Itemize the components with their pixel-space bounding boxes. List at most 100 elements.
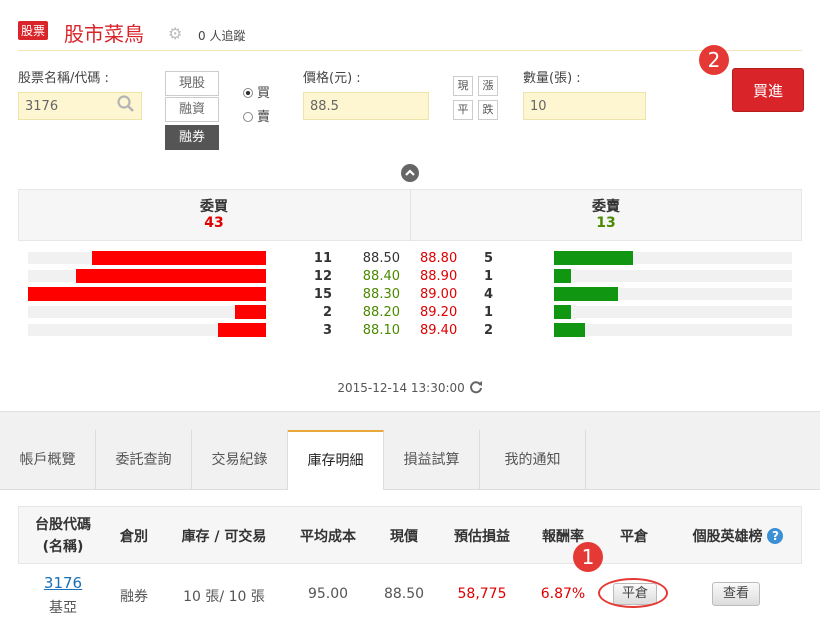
ask-price[interactable]: 89.00 — [420, 286, 462, 304]
holding-stock: 10 張/ 10 張 — [183, 589, 265, 605]
side-sell-radio[interactable]: 賣 — [243, 106, 270, 125]
bid-bar — [235, 305, 266, 319]
followers-count: 0 人追蹤 — [198, 29, 246, 43]
order-book-divider — [410, 189, 411, 241]
ask-price[interactable]: 88.90 — [420, 268, 462, 286]
bid-price[interactable]: 88.50 — [348, 250, 400, 268]
view-hero-button[interactable]: 查看 — [712, 582, 760, 606]
ask-bar — [554, 287, 618, 301]
col-hero: 個股英雄榜 ? — [676, 526, 800, 546]
side-buy-radio[interactable]: 買 — [243, 82, 270, 101]
price-label: 價格(元) : — [303, 71, 361, 86]
holding-name: 基亞 — [49, 600, 77, 616]
col-hero-label: 個股英雄榜 — [692, 529, 763, 545]
col-stock: 庫存 / 可交易 — [181, 529, 267, 545]
chevron-up-icon[interactable] — [401, 164, 419, 186]
qty-label: 數量(張) : — [523, 71, 581, 86]
book-timestamp: 2015-12-14 13:30:00 — [0, 380, 820, 397]
price-limit-up-button[interactable]: 漲 — [478, 76, 498, 96]
bid-bar — [28, 287, 266, 301]
step-1-marker: 1 — [573, 542, 603, 572]
bid-bar — [218, 323, 266, 337]
order-panel: 股票 股市菜鳥 ⚙ 0 人追蹤 股票名稱/代碼 : 3176 現股 融資 融券 … — [0, 0, 820, 412]
ask-bar — [554, 269, 571, 283]
holding-return: 6.87% — [540, 586, 586, 602]
bid-bar — [92, 251, 266, 265]
ask-bar-track — [554, 270, 792, 282]
radio-unchecked-icon — [243, 112, 253, 122]
bid-qty: 2 — [322, 305, 332, 320]
col-type: 倉別 — [120, 529, 148, 545]
mode-margin[interactable]: 融資 — [165, 97, 219, 122]
tab-notifications[interactable]: 我的通知 — [480, 430, 586, 490]
bid-qty: 15 — [313, 287, 332, 302]
col-close: 平倉 — [620, 529, 648, 545]
ask-bar — [554, 305, 571, 319]
stock-label: 股票名稱/代碼 : — [18, 71, 109, 86]
holding-pnl: 58,775 — [457, 586, 507, 602]
ask-qty: 4 — [484, 287, 494, 302]
ask-price[interactable]: 89.20 — [420, 304, 462, 322]
price-input[interactable]: 88.5 — [303, 92, 429, 120]
ask-qty: 1 — [484, 305, 494, 320]
tab-history[interactable]: 交易紀錄 — [192, 430, 288, 490]
gear-icon[interactable]: ⚙ — [168, 24, 182, 43]
tab-overview[interactable]: 帳戶概覽 — [0, 430, 96, 490]
stock-input-value: 3176 — [25, 99, 59, 114]
holding-avg-cost: 95.00 — [307, 586, 349, 602]
timestamp-text: 2015-12-14 13:30:00 — [337, 381, 465, 395]
bid-price[interactable]: 88.20 — [348, 304, 400, 322]
help-icon[interactable]: ? — [767, 528, 784, 544]
tab-orders[interactable]: 委託查詢 — [96, 430, 192, 490]
bid-qty: 11 — [313, 251, 332, 266]
bid-price[interactable]: 88.10 — [348, 322, 400, 340]
ask-qty: 1 — [484, 269, 494, 284]
close-highlight-ring — [598, 578, 668, 608]
holding-code[interactable]: 3176 — [44, 574, 82, 592]
ask-bar — [554, 251, 633, 265]
bid-qty: 3 — [322, 323, 332, 338]
price-limit-down-button[interactable]: 跌 — [478, 100, 498, 120]
bid-qty: 12 — [313, 269, 332, 284]
app-title: 股市菜鳥 — [64, 22, 144, 46]
tab-bar: 帳戶概覽 委託查詢 交易紀錄 庫存明細 損益試算 我的通知 — [0, 430, 820, 491]
holding-price: 88.50 — [383, 586, 425, 602]
ask-bar-track — [554, 306, 792, 318]
price-flat-button[interactable]: 平 — [453, 100, 473, 120]
title-divider — [18, 50, 802, 51]
ask-total: 13 — [596, 215, 616, 231]
search-icon[interactable] — [116, 94, 136, 118]
col-price: 現價 — [390, 529, 418, 545]
mode-short[interactable]: 融券 — [165, 125, 219, 150]
ask-bar — [554, 323, 585, 337]
stock-badge: 股票 — [18, 21, 49, 40]
mode-cash[interactable]: 現股 — [165, 71, 219, 96]
buy-submit-button[interactable]: 買進 — [732, 68, 804, 112]
radio-checked-icon — [243, 88, 253, 98]
side-sell-label: 賣 — [257, 110, 271, 125]
price-input-value: 88.5 — [310, 99, 339, 114]
ask-price[interactable]: 89.40 — [420, 322, 462, 340]
ask-bar-track — [554, 324, 792, 336]
bid-bar — [76, 269, 266, 283]
tab-holdings[interactable]: 庫存明細 — [288, 430, 384, 491]
ask-price[interactable]: 88.80 — [420, 250, 462, 268]
qty-input-value: 10 — [530, 99, 547, 114]
col-avg-cost: 平均成本 — [300, 529, 356, 545]
side-buy-label: 買 — [257, 86, 271, 101]
bid-price[interactable]: 88.40 — [348, 268, 400, 286]
refresh-icon[interactable] — [469, 380, 483, 397]
qty-input[interactable]: 10 — [523, 92, 646, 120]
tab-pnl[interactable]: 損益試算 — [384, 430, 480, 490]
holding-type: 融券 — [120, 589, 148, 605]
price-current-button[interactable]: 現 — [453, 76, 473, 96]
ask-title: 委賣 — [592, 199, 620, 215]
holding-code-link[interactable]: 3176 — [24, 574, 102, 592]
bid-price[interactable]: 88.30 — [348, 286, 400, 304]
col-code-line1: 台股代碼 — [35, 517, 91, 533]
ask-qty: 5 — [484, 251, 494, 266]
bid-title: 委買 — [200, 199, 228, 215]
col-pnl: 預估損益 — [454, 529, 510, 545]
bid-total: 43 — [204, 215, 224, 231]
step-2-marker: 2 — [699, 45, 729, 75]
